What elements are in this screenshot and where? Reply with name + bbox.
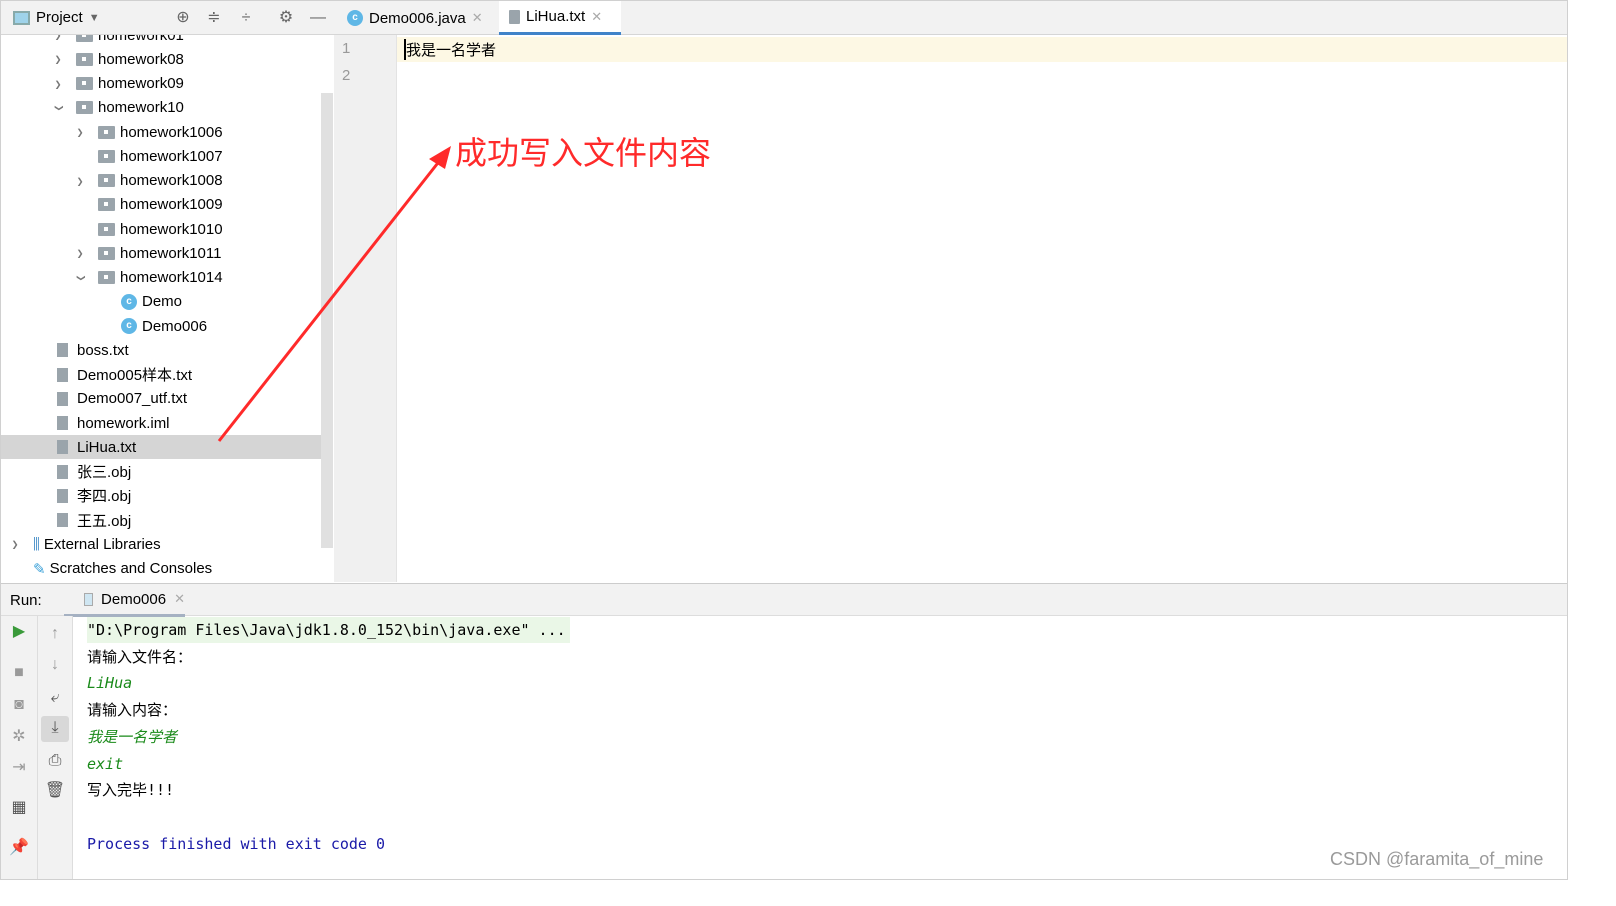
run-tab-label: Demo006: [101, 590, 167, 608]
console-line: Process finished with exit code 0: [87, 834, 386, 853]
run-tool-bar: Run: Demo006 ✕: [1, 583, 1567, 617]
run-second-toolbar: ↑ ↓ ⤶ ⤓ ⎙ 🗑: [38, 616, 73, 879]
trash-icon[interactable]: 🗑: [43, 779, 67, 803]
pin-icon[interactable]: 📌: [7, 836, 31, 860]
stop-icon[interactable]: ■: [7, 661, 31, 685]
arrow-line: [217, 158, 443, 442]
console-line: 我是一名学者: [87, 727, 178, 746]
rerun-icon[interactable]: ▶: [7, 620, 31, 644]
console-line: 请输入文件名：: [87, 647, 193, 666]
soft-wrap-icon[interactable]: ⤶: [43, 686, 67, 710]
console-line: exit: [87, 754, 124, 773]
scroll-to-end-icon[interactable]: ⤓: [41, 716, 69, 742]
camera-icon[interactable]: ◙: [7, 693, 31, 717]
debug-icon[interactable]: ✲: [7, 725, 31, 749]
console-line: "D:\Program Files\Java\jdk1.8.0_152\bin\…: [87, 617, 570, 643]
console-icon: [84, 592, 94, 606]
annotation-text: 成功写入文件内容: [455, 135, 712, 171]
console-line: LiHua: [87, 674, 133, 693]
run-left-toolbar: ▶ ■ ◙ ✲ ⇥ ▦ 📌: [1, 616, 38, 879]
exit-icon[interactable]: ⇥: [7, 756, 31, 780]
console-line: 写入完毕!!!: [87, 781, 175, 800]
arrow-head: [429, 146, 451, 169]
annotation-arrow: [217, 146, 451, 442]
run-tab-demo006[interactable]: Demo006 ✕: [64, 584, 185, 617]
print-icon[interactable]: ⎙: [43, 749, 67, 773]
console-line: 请输入内容：: [87, 701, 178, 720]
watermark: CSDN @faramita_of_mine: [1330, 849, 1544, 869]
down-arrow-icon[interactable]: ↓: [43, 653, 67, 677]
close-icon[interactable]: ✕: [174, 591, 185, 607]
ide-window: Project ▼ ⊕ ≑ ÷ ⚙ — c Demo006.java ✕ LiH…: [0, 0, 1568, 880]
up-arrow-icon[interactable]: ↑: [43, 622, 67, 646]
run-label: Run:: [10, 592, 42, 609]
layout-icon[interactable]: ▦: [7, 796, 31, 820]
